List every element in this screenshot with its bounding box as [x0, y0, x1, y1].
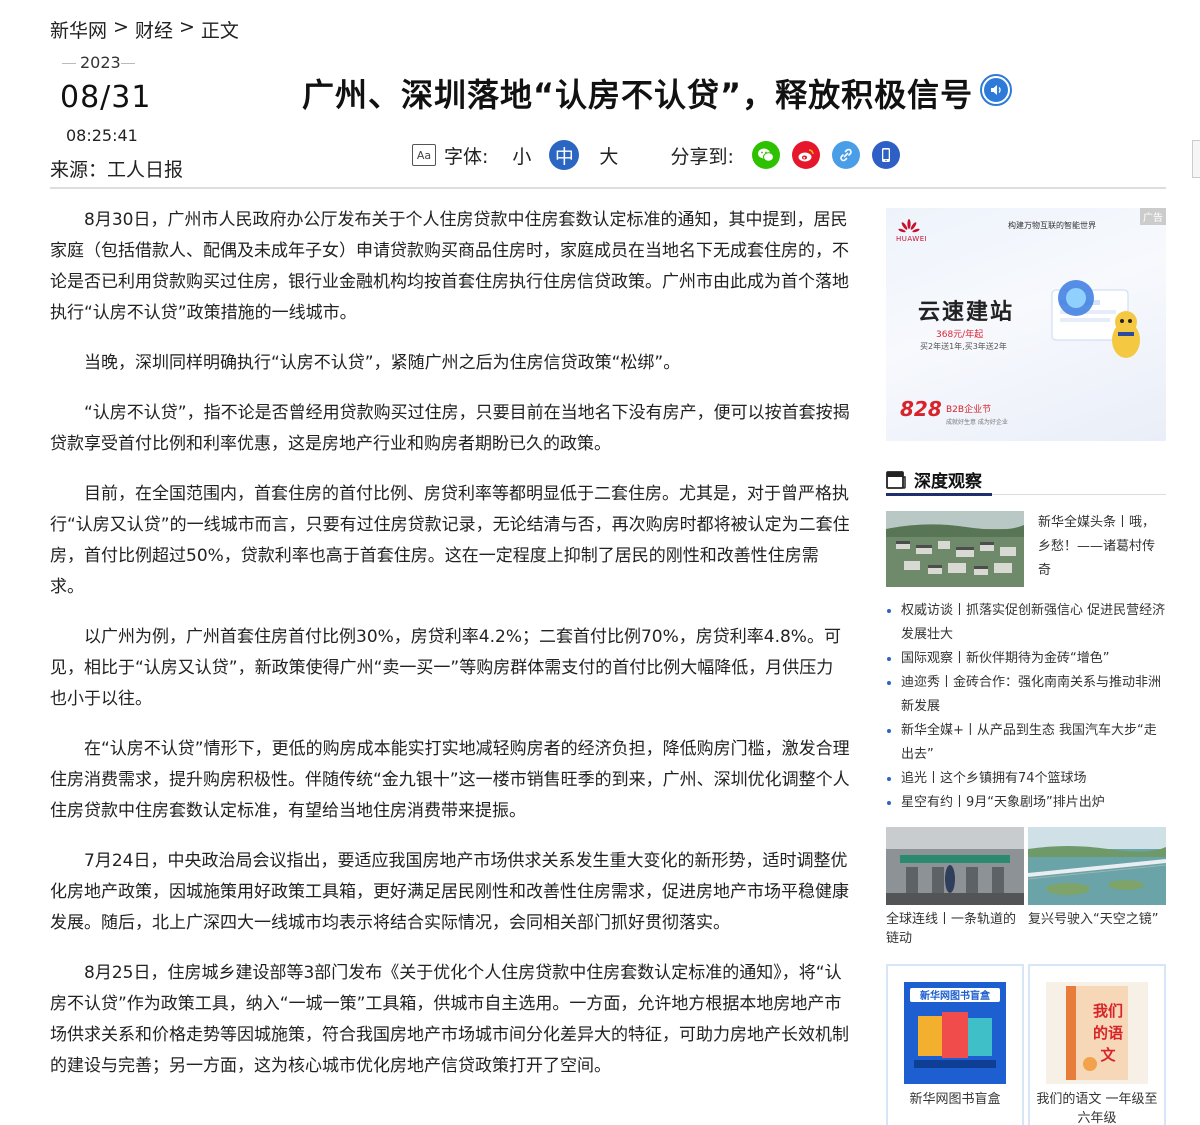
- article-paragraph: 当晚，深圳同样明确执行“认房不认贷”，紧随广州之后为住房信贷政策“松绑”。: [84, 353, 681, 373]
- feature-story-title: 新华全媒头条丨哦，乡愁！——诸葛村传奇: [1038, 515, 1156, 578]
- font-size-label: 字体:: [444, 145, 489, 168]
- chinese-textbook-image: 我们 的语 文: [1046, 982, 1148, 1084]
- article-paragraph: 在“认房不认贷”情形下，更低的购房成本能实打实地减轻购房者的经济负担，降低购房门…: [50, 739, 850, 821]
- subway-station-image: [886, 827, 1024, 905]
- book-blind-box-image: 新华网图书盲盒: [904, 982, 1006, 1084]
- font-size-icon: Aa: [412, 144, 436, 166]
- share-label: 分享到:: [670, 145, 734, 168]
- font-size-small[interactable]: 小: [512, 142, 531, 169]
- wechat-icon: [757, 148, 774, 162]
- ad-banner[interactable]: 广告 HUAWEI 构建万物互联的智能世界 云速建站 368元/年起 买2年送1…: [886, 208, 1166, 441]
- bridge-lake-image: [1027, 827, 1167, 905]
- publish-date: 08/31: [60, 80, 152, 115]
- ad-slogan: 构建万物互联的智能世界: [1008, 221, 1096, 230]
- svg-text:我们: 我们: [1093, 1002, 1123, 1020]
- sidebar: 广告 HUAWEI 构建万物互联的智能世界 云速建站 368元/年起 买2年送1…: [886, 208, 1167, 1125]
- font-size-large[interactable]: 大: [599, 142, 618, 169]
- article-title: 广州、深圳落地“认房不认贷”，释放积极信号: [302, 76, 974, 114]
- news-link[interactable]: 新华全媒+丨从产品到生态 我国汽车大步“走出去”: [886, 719, 1166, 767]
- newspaper-icon: [886, 471, 906, 489]
- svg-text:新华网图书盲盒: 新华网图书盲盒: [920, 989, 991, 1002]
- news-link[interactable]: 追光丨这个乡镇拥有74个篮球场: [886, 767, 1166, 791]
- mobile-icon: [881, 148, 890, 162]
- news-list: 权威访谈丨抓落实促创新强信心 促进民营经济发展壮大 国际观察丨新伙伴期待为金砖“…: [886, 599, 1166, 815]
- ad-tag: 广告: [1140, 208, 1166, 225]
- book-promo-row: 新华网图书盲盒 新华网图书盲盒 我们 的语 文 我们的语文 一年级至六年级: [886, 964, 1166, 1125]
- publish-year: 2023: [80, 53, 121, 72]
- article-paragraph: 7月24日，中央政治局会议指出，要适应我国房地产市场供求关系发生重大变化的新形势…: [50, 851, 849, 933]
- weibo-share-button[interactable]: [791, 141, 820, 169]
- font-size-medium[interactable]: 中: [549, 140, 580, 170]
- photo-news-row: 全球连线丨一条轨道的链动 复兴号驶入“天空之镜”: [886, 827, 1167, 948]
- svg-text:的语: 的语: [1093, 1024, 1123, 1042]
- breadcrumb-separator: >: [178, 16, 195, 38]
- link-share-button[interactable]: [831, 141, 860, 169]
- ad-brand: HUAWEI: [896, 235, 928, 243]
- article-source: 来源：工人日报: [50, 159, 184, 181]
- ad-price: 368元/年起: [936, 330, 984, 340]
- side-float-tab[interactable]: [1192, 140, 1200, 178]
- article-paragraph: 8月25日，住房城乡建设部等3部门发布《关于优化个人住房贷款中住房套数认定标准的…: [50, 963, 849, 1076]
- date-divider-left: [62, 63, 76, 64]
- header-divider: [50, 187, 1166, 189]
- news-link[interactable]: 国际观察丨新伙伴期待为金砖“增色”: [886, 647, 1166, 671]
- mobile-share-button[interactable]: [871, 141, 900, 169]
- photo-news-item[interactable]: 全球连线丨一条轨道的链动: [886, 827, 1024, 948]
- ad-event-number: 828: [900, 397, 942, 421]
- breadcrumb-section-link[interactable]: 财经: [135, 16, 173, 43]
- article-toolbar: Aa 字体: 小 中 大 分享到:: [412, 140, 900, 170]
- date-divider-right: [121, 63, 135, 64]
- article-paragraph: “认房不认贷”，指不论是否曾经用贷款购买过住房，只要目前在当地名下没有房产，便可…: [50, 403, 850, 454]
- weibo-icon: [798, 149, 814, 162]
- ad-event-sub: 成就好生意 成为好企业: [946, 419, 1008, 426]
- ad-headline: 云速建站: [918, 300, 1015, 325]
- ad-offer: 买2年送1年,买3年送2年: [920, 342, 1007, 351]
- book-promo-caption: 我们的语文 一年级至六年级: [1036, 1092, 1158, 1125]
- photo-news-item[interactable]: 复兴号驶入“天空之镜”: [1027, 827, 1167, 948]
- article-paragraph: 以广州为例，广州首套住房首付比例30%，房贷利率4.2%；二套首付比例70%，房…: [50, 627, 841, 709]
- photo-news-caption: 复兴号驶入“天空之镜”: [1028, 912, 1159, 927]
- publish-time: 08:25:41: [66, 126, 138, 145]
- book-promo-caption: 新华网图书盲盒: [909, 1092, 1001, 1107]
- speaker-icon: [984, 78, 1008, 102]
- section-title: 深度观察: [914, 472, 982, 492]
- section-header-deep-observation: 深度观察: [886, 465, 1166, 496]
- audio-play-button[interactable]: [980, 74, 1012, 106]
- breadcrumb-current: 正文: [200, 20, 239, 42]
- link-icon: [840, 148, 852, 162]
- breadcrumb: 新华网 > 财经 > 正文: [50, 16, 239, 43]
- ad-event-name: B2B企业节: [946, 405, 992, 415]
- wechat-share-button[interactable]: [751, 141, 780, 169]
- article-paragraph: 8月30日，广州市人民政府办公厅发布关于个人住房贷款中住房套数认定标准的通知，其…: [50, 210, 849, 323]
- book-promo-item[interactable]: 我们 的语 文 我们的语文 一年级至六年级: [1028, 964, 1166, 1125]
- photo-news-caption: 全球连线丨一条轨道的链动: [886, 912, 1017, 946]
- book-promo-item[interactable]: 新华网图书盲盒 新华网图书盲盒: [886, 964, 1024, 1125]
- village-aerial-image: [886, 511, 1024, 587]
- breadcrumb-home-link[interactable]: 新华网: [50, 16, 107, 43]
- breadcrumb-separator: >: [113, 16, 129, 38]
- news-link[interactable]: 星空有约丨9月“天象剧场”排片出炉: [886, 791, 1166, 815]
- article-body: 8月30日，广州市人民政府办公厅发布关于个人住房贷款中住房套数认定标准的通知，其…: [50, 205, 850, 1101]
- section-underline: [886, 493, 992, 496]
- news-link[interactable]: 迪迩秀丨金砖合作：强化南南关系与推动非洲新发展: [886, 671, 1166, 719]
- article-paragraph: 目前，在全国范围内，首套住房的首付比例、房贷利率等都明显低于二套住房。尤其是，对…: [50, 484, 850, 597]
- news-link[interactable]: 权威访谈丨抓落实促创新强信心 促进民营经济发展壮大: [886, 599, 1166, 647]
- ad-illustration-icon: [1051, 280, 1140, 358]
- feature-story[interactable]: 新华全媒头条丨哦，乡愁！——诸葛村传奇: [886, 511, 1166, 587]
- svg-text:文: 文: [1100, 1046, 1116, 1064]
